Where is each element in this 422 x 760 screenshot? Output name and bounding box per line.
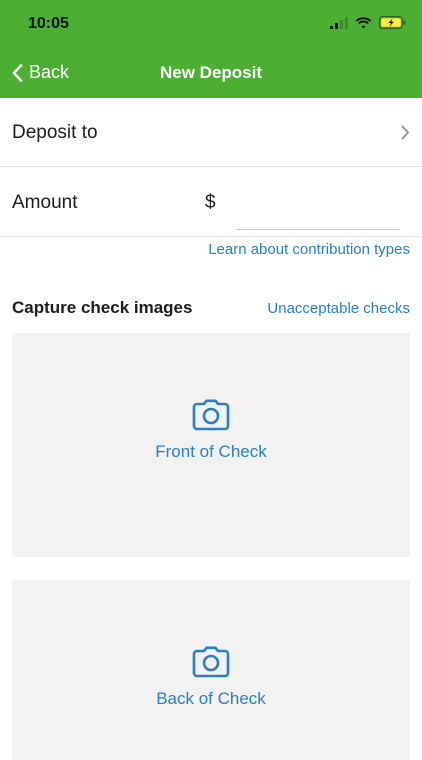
- status-icons: [330, 16, 406, 29]
- unacceptable-checks-link[interactable]: Unacceptable checks: [267, 300, 410, 317]
- back-label: Back: [29, 62, 70, 82]
- back-check-content: Back of Check: [12, 646, 410, 709]
- currency-symbol: $: [205, 192, 216, 213]
- back-of-check-button[interactable]: Back of Check: [12, 580, 410, 760]
- chevron-right-icon: [401, 125, 409, 140]
- deposit-to-label: Deposit to: [12, 122, 98, 143]
- back-of-check-label: Back of Check: [156, 689, 266, 708]
- front-of-check-label: Front of Check: [155, 442, 267, 461]
- amount-input[interactable]: [236, 184, 399, 230]
- wifi-icon: [355, 16, 372, 28]
- capture-section-title: Capture check images: [12, 298, 193, 317]
- camera-icon: [192, 646, 230, 678]
- deposit-to-row[interactable]: Deposit to: [0, 98, 422, 167]
- cellular-signal-icon: [330, 16, 348, 29]
- camera-icon: [192, 399, 230, 431]
- front-of-check-button[interactable]: Front of Check: [12, 333, 410, 557]
- back-button[interactable]: Back: [12, 62, 69, 83]
- front-check-content: Front of Check: [12, 399, 410, 462]
- chevron-left-icon: [12, 63, 23, 82]
- status-time: 10:05: [28, 15, 69, 32]
- amount-label: Amount: [12, 192, 78, 213]
- contribution-types-link[interactable]: Learn about contribution types: [208, 241, 410, 258]
- nav-header: 10:05 Back New Deposit: [0, 0, 422, 98]
- amount-row: Amount $: [0, 168, 422, 237]
- battery-charging-icon: [379, 16, 406, 29]
